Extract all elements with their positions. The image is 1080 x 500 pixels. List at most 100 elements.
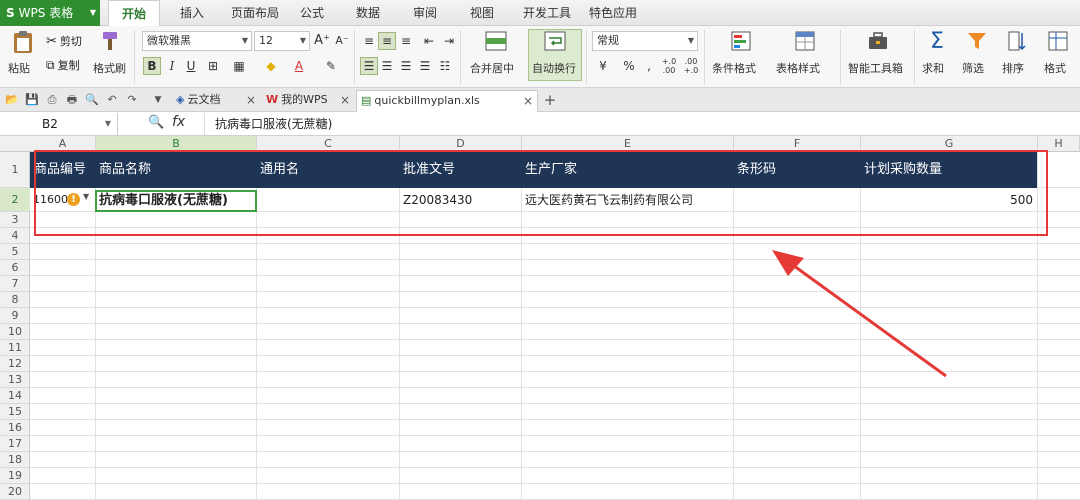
- cell-grid[interactable]: 商品编号 商品名称 通用名 批准文号 生产厂家 条形码 计划采购数量 11600…: [30, 150, 1080, 500]
- row-header-7[interactable]: 7: [0, 276, 30, 292]
- row-header-18[interactable]: 18: [0, 452, 30, 468]
- app-menu-button[interactable]: S WPS 表格 ▼: [0, 0, 100, 26]
- row-header-8[interactable]: 8: [0, 292, 30, 308]
- row-header-3[interactable]: 3: [0, 212, 30, 228]
- cell-f2[interactable]: [733, 189, 860, 211]
- row-header-17[interactable]: 17: [0, 436, 30, 452]
- font-color-icon[interactable]: A: [290, 57, 308, 75]
- menu-data[interactable]: 数据: [348, 0, 388, 26]
- export-pdf-icon[interactable]: ⎙: [44, 92, 60, 108]
- copy-button[interactable]: ⧉ 复制: [46, 56, 92, 74]
- column-header-g[interactable]: G: [861, 136, 1038, 152]
- italic-button[interactable]: I: [163, 57, 181, 75]
- indent-decrease-icon[interactable]: ⇤: [420, 32, 438, 50]
- indent-increase-icon[interactable]: ⇥: [440, 32, 458, 50]
- row-header-6[interactable]: 6: [0, 260, 30, 276]
- save-icon[interactable]: 💾: [24, 92, 40, 108]
- formula-input[interactable]: 抗病毒口服液(无蔗糖): [204, 113, 1080, 135]
- underline-button[interactable]: U: [182, 57, 200, 75]
- row-header-10[interactable]: 10: [0, 324, 30, 340]
- tab-active-workbook[interactable]: ▤ quickbillmyplan.xls ×: [356, 90, 538, 112]
- justify-icon[interactable]: ☰: [416, 57, 434, 75]
- row-header-15[interactable]: 15: [0, 404, 30, 420]
- row-header-12[interactable]: 12: [0, 356, 30, 372]
- header-cell-generic-name[interactable]: 通用名: [256, 152, 399, 188]
- table-style-button[interactable]: 表格样式: [774, 30, 836, 80]
- column-header-d[interactable]: D: [400, 136, 522, 152]
- header-cell-barcode[interactable]: 条形码: [733, 152, 860, 188]
- bold-button[interactable]: B: [143, 57, 161, 75]
- column-header-f[interactable]: F: [734, 136, 861, 152]
- row-header-1[interactable]: 1: [0, 152, 30, 188]
- undo-icon[interactable]: ↶: [104, 92, 120, 108]
- align-left-icon[interactable]: ☰: [360, 57, 378, 75]
- row-header-16[interactable]: 16: [0, 420, 30, 436]
- menu-view[interactable]: 视图: [462, 0, 502, 26]
- row-header-19[interactable]: 19: [0, 468, 30, 484]
- merge-cells-icon[interactable]: ▦: [230, 57, 248, 75]
- row-header-14[interactable]: 14: [0, 388, 30, 404]
- menu-special[interactable]: 特色应用: [582, 0, 644, 26]
- clear-format-icon[interactable]: ✎: [322, 57, 340, 75]
- comma-button[interactable]: ,: [640, 57, 658, 75]
- row-header-13[interactable]: 13: [0, 372, 30, 388]
- fill-color-icon[interactable]: ◆: [262, 57, 280, 75]
- align-middle-icon[interactable]: ≡: [378, 32, 396, 50]
- font-name-select[interactable]: 微软雅黑 ▼: [142, 31, 252, 51]
- header-cell-product-id[interactable]: 商品编号: [30, 152, 95, 188]
- row-header-9[interactable]: 9: [0, 308, 30, 324]
- redo-icon[interactable]: ↷: [124, 92, 140, 108]
- merge-center-button[interactable]: 合并居中: [466, 30, 526, 80]
- header-cell-product-name[interactable]: 商品名称: [95, 152, 256, 188]
- function-icon[interactable]: fx: [172, 114, 185, 130]
- number-format-select[interactable]: 常规 ▼: [592, 31, 698, 51]
- zoom-icon[interactable]: 🔍: [148, 115, 164, 130]
- cell-e2[interactable]: 远大医药黄石飞云制药有限公司: [521, 189, 733, 211]
- column-header-h[interactable]: H: [1038, 136, 1080, 152]
- filter-button[interactable]: 筛选: [958, 30, 996, 80]
- column-header-a[interactable]: A: [30, 136, 96, 152]
- cell-a2[interactable]: 11600: [30, 189, 70, 211]
- currency-icon[interactable]: ¥: [594, 57, 612, 75]
- decrease-decimal-button[interactable]: .00 +.0: [682, 57, 700, 75]
- distribute-icon[interactable]: ☷: [436, 57, 454, 75]
- column-header-c[interactable]: C: [257, 136, 400, 152]
- tab-my-wps[interactable]: W 我的WPS ×: [262, 90, 354, 112]
- border-icon[interactable]: ⊞: [204, 57, 222, 75]
- smart-toolbox-button[interactable]: 智能工具箱: [846, 30, 910, 80]
- format-button[interactable]: 格式: [1038, 30, 1078, 80]
- new-tab-icon[interactable]: +: [542, 92, 558, 108]
- sort-button[interactable]: 排序: [998, 30, 1036, 80]
- menu-developer[interactable]: 开发工具: [516, 0, 578, 26]
- align-top-icon[interactable]: ≡: [360, 32, 378, 50]
- increase-decimal-button[interactable]: +.0 .00: [660, 57, 678, 75]
- open-folder-icon[interactable]: 📂: [4, 92, 20, 108]
- format-painter-button[interactable]: 格式刷: [92, 30, 128, 80]
- header-cell-planned-quantity[interactable]: 计划采购数量: [860, 152, 1037, 188]
- percent-button[interactable]: %: [620, 57, 638, 75]
- row-header-5[interactable]: 5: [0, 244, 30, 260]
- warning-icon[interactable]: !: [67, 193, 80, 206]
- selected-cell-b2[interactable]: 抗病毒口服液(无蔗糖): [95, 190, 257, 212]
- wrap-text-button[interactable]: 自动换行: [528, 29, 582, 81]
- cell-d2[interactable]: Z20083430: [399, 189, 521, 211]
- menu-home[interactable]: 开始: [108, 0, 160, 27]
- close-icon[interactable]: ×: [340, 90, 350, 110]
- close-icon[interactable]: ×: [523, 91, 533, 111]
- align-bottom-icon[interactable]: ≡: [397, 32, 415, 50]
- row-header-20[interactable]: 20: [0, 484, 30, 500]
- cut-button[interactable]: ✂ 剪切: [46, 32, 92, 50]
- menu-insert[interactable]: 插入: [168, 0, 216, 26]
- print-icon[interactable]: 🖶: [64, 92, 80, 108]
- menu-review[interactable]: 审阅: [405, 0, 445, 26]
- customize-dropdown-icon[interactable]: ▼: [150, 92, 166, 108]
- row-header-4[interactable]: 4: [0, 228, 30, 244]
- font-size-select[interactable]: 12 ▼: [254, 31, 310, 51]
- close-icon[interactable]: ×: [246, 90, 256, 110]
- header-cell-approval-no[interactable]: 批准文号: [399, 152, 521, 188]
- increase-font-icon[interactable]: A⁺: [313, 32, 331, 50]
- tab-cloud-docs[interactable]: ◈ 云文档 ×: [172, 90, 260, 112]
- column-header-e[interactable]: E: [522, 136, 734, 152]
- print-preview-icon[interactable]: 🔍: [84, 92, 100, 108]
- header-cell-manufacturer[interactable]: 生产厂家: [521, 152, 733, 188]
